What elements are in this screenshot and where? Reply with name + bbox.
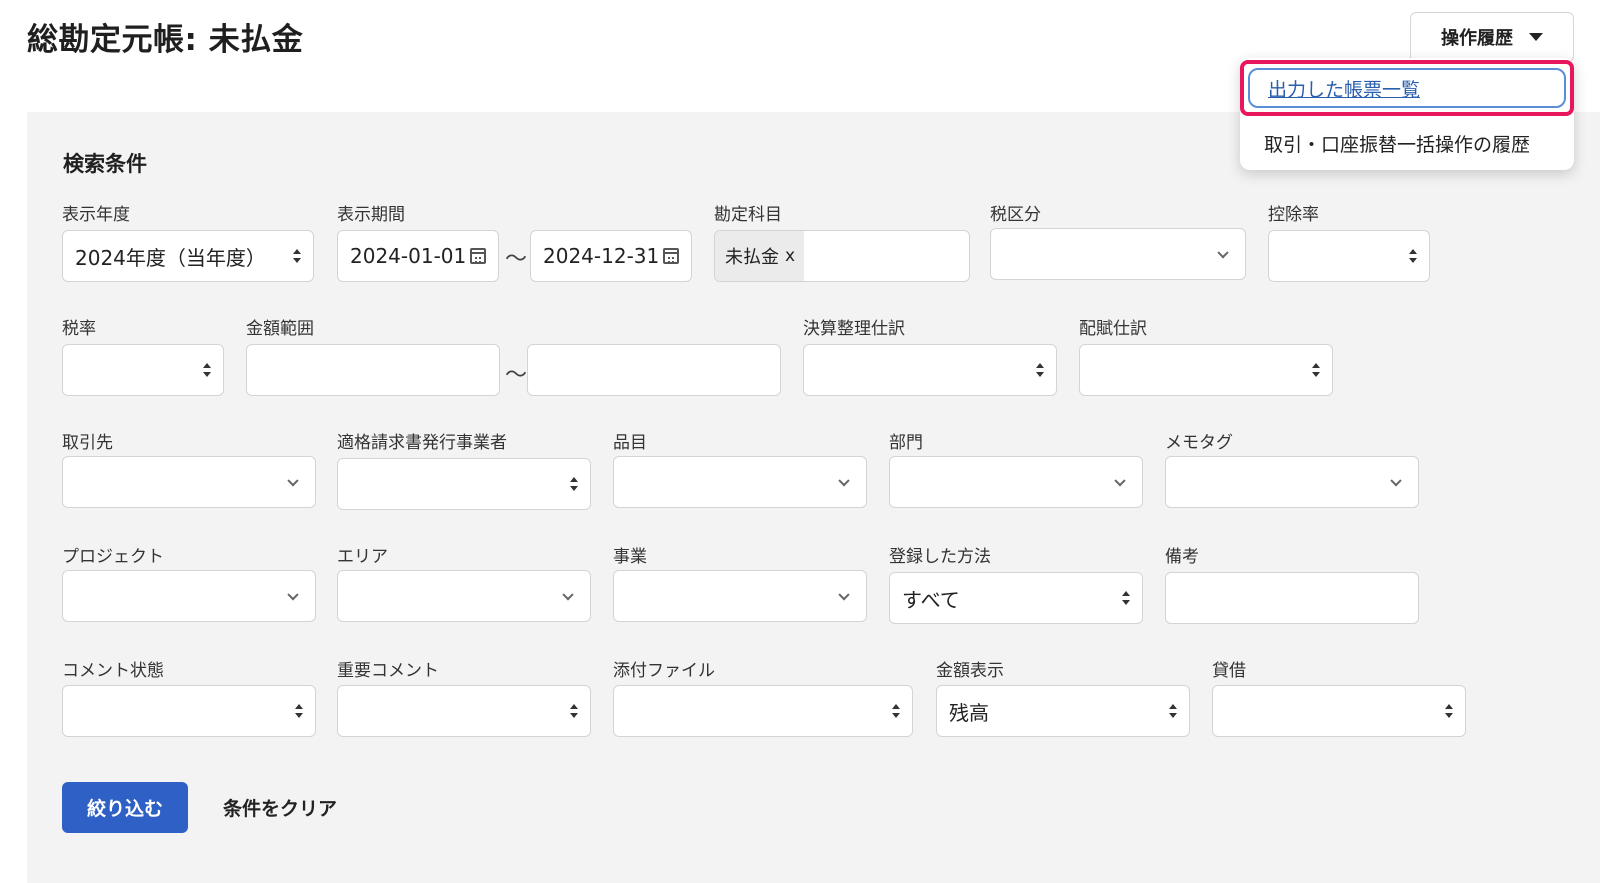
select-arrows-icon	[1312, 362, 1320, 378]
select-arrows-icon	[1445, 703, 1453, 719]
allocation-entry-label: 配賦仕訳	[1079, 319, 1147, 339]
chevron-down-icon	[562, 589, 574, 601]
important-comment-label: 重要コメント	[337, 661, 439, 681]
page-title: 総勘定元帳: 未払金	[27, 22, 304, 58]
fiscal-year-select[interactable]: 2024年度（当年度）	[62, 230, 314, 282]
item-select[interactable]	[613, 456, 867, 508]
search-conditions-heading: 検索条件	[63, 152, 147, 176]
period-start-input[interactable]: 2024-01-01	[337, 230, 499, 282]
partner-label: 取引先	[62, 433, 113, 453]
menu-item-output-reports-link[interactable]: 出力した帳票一覧	[1268, 75, 1420, 102]
registration-method-value: すべて	[902, 587, 960, 612]
select-arrows-icon	[295, 703, 303, 719]
invoice-issuer-label: 適格請求書発行事業者	[337, 433, 507, 453]
amount-range-separator: 〜	[505, 363, 528, 388]
chevron-down-icon	[287, 589, 299, 601]
calendar-icon[interactable]	[470, 248, 486, 264]
select-arrows-icon	[1036, 362, 1044, 378]
period-separator: 〜	[505, 247, 528, 272]
select-arrows-icon	[892, 703, 900, 719]
select-arrows-icon	[570, 476, 578, 492]
area-select[interactable]	[337, 570, 591, 622]
remarks-label: 備考	[1165, 547, 1199, 567]
debit-credit-select[interactable]	[1212, 685, 1466, 737]
area-label: エリア	[337, 547, 388, 567]
attachment-label: 添付ファイル	[613, 661, 715, 681]
deduction-rate-label: 控除率	[1268, 205, 1319, 225]
fiscal-year-label: 表示年度	[62, 205, 130, 225]
chevron-down-icon	[1217, 247, 1229, 259]
department-label: 部門	[889, 433, 923, 453]
account-multiselect[interactable]: 未払金 x	[714, 230, 970, 282]
debit-credit-label: 貸借	[1212, 661, 1246, 681]
closing-entry-label: 決算整理仕訳	[803, 319, 905, 339]
account-label: 勘定科目	[714, 205, 782, 225]
amount-display-label: 金額表示	[936, 661, 1004, 681]
period-end-value: 2024-12-31	[543, 244, 660, 268]
project-label: プロジェクト	[62, 547, 164, 567]
fiscal-year-value: 2024年度（当年度）	[75, 245, 266, 270]
account-tag-label: 未払金	[725, 247, 779, 268]
operation-history-button[interactable]: 操作履歴	[1410, 12, 1574, 62]
chevron-down-icon	[1114, 475, 1126, 487]
operation-history-label: 操作履歴	[1441, 28, 1513, 49]
partner-select[interactable]	[62, 456, 316, 508]
select-arrows-icon	[570, 703, 578, 719]
menu-item-bulk-operation-history-label: 取引・口座振替一括操作の履歴	[1264, 133, 1531, 156]
tax-category-label: 税区分	[990, 205, 1041, 225]
clear-conditions-button[interactable]: 条件をクリア	[223, 782, 337, 833]
department-select[interactable]	[889, 456, 1143, 508]
menu-item-bulk-operation-history[interactable]: 取引・口座振替一括操作の履歴	[1240, 118, 1574, 168]
select-arrows-icon	[1122, 590, 1130, 606]
select-arrows-icon	[293, 248, 301, 264]
amount-range-max-input[interactable]	[527, 344, 781, 396]
business-label: 事業	[613, 547, 647, 567]
caret-down-icon	[1529, 33, 1543, 41]
calendar-icon[interactable]	[663, 248, 679, 264]
amount-range-min-input[interactable]	[246, 344, 500, 396]
operation-history-menu: 出力した帳票一覧 取引・口座振替一括操作の履歴	[1240, 58, 1574, 170]
item-label: 品目	[613, 433, 647, 453]
chevron-down-icon	[838, 589, 850, 601]
project-select[interactable]	[62, 570, 316, 622]
select-arrows-icon	[203, 362, 211, 378]
period-end-input[interactable]: 2024-12-31	[530, 230, 692, 282]
select-arrows-icon	[1169, 703, 1177, 719]
closing-entry-select[interactable]	[803, 344, 1057, 396]
attachment-select[interactable]	[613, 685, 913, 737]
remarks-input[interactable]	[1165, 572, 1419, 624]
deduction-rate-select[interactable]	[1268, 230, 1430, 282]
account-tag-remove-icon[interactable]: x	[785, 246, 795, 266]
period-label: 表示期間	[337, 205, 405, 225]
amount-display-value: 残高	[949, 700, 989, 725]
chevron-down-icon	[1390, 475, 1402, 487]
memo-tag-label: メモタグ	[1165, 433, 1233, 453]
registration-method-select[interactable]: すべて	[889, 572, 1143, 624]
important-comment-select[interactable]	[337, 685, 591, 737]
tax-rate-label: 税率	[62, 319, 96, 339]
chevron-down-icon	[287, 475, 299, 487]
business-select[interactable]	[613, 570, 867, 622]
registration-method-label: 登録した方法	[889, 547, 991, 567]
amount-range-label: 金額範囲	[246, 319, 314, 339]
chevron-down-icon	[838, 475, 850, 487]
comment-status-label: コメント状態	[62, 661, 164, 681]
tax-rate-select[interactable]	[62, 344, 224, 396]
menu-item-output-reports[interactable]: 出力した帳票一覧	[1240, 60, 1574, 116]
account-tag: 未払金 x	[715, 231, 804, 281]
select-arrows-icon	[1409, 248, 1417, 264]
filter-button[interactable]: 絞り込む	[62, 782, 188, 833]
comment-status-select[interactable]	[62, 685, 316, 737]
search-conditions-panel: 検索条件 表示年度 2024年度（当年度） 表示期間 2024-01-01 〜 …	[27, 112, 1600, 883]
tax-category-select[interactable]	[990, 228, 1246, 280]
memo-tag-select[interactable]	[1165, 456, 1419, 508]
invoice-issuer-select[interactable]	[337, 458, 591, 510]
allocation-entry-select[interactable]	[1079, 344, 1333, 396]
period-start-value: 2024-01-01	[350, 244, 467, 268]
amount-display-select[interactable]: 残高	[936, 685, 1190, 737]
